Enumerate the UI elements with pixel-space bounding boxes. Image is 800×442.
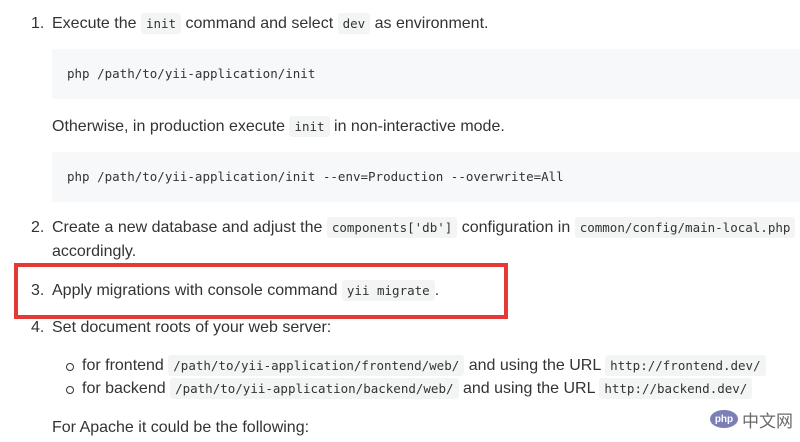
sub-item-frontend-before: for frontend [82, 357, 169, 374]
step-2-middle: configuration in [457, 219, 575, 236]
step-1-number: 1. [31, 15, 45, 32]
step-2-number: 2. [31, 219, 45, 236]
sub-item-frontend: for frontend /path/to/yii-application/fr… [82, 355, 766, 376]
php-logo-icon: php [710, 410, 738, 428]
step-2-line2: accordingly. [52, 243, 137, 260]
watermark: php 中文网 [706, 404, 798, 434]
sub-item-frontend-url: http://frontend.dev/ [605, 355, 766, 376]
step-2-code-components: components['db'] [326, 217, 458, 238]
step-1-text: Execute the init command and select dev … [52, 13, 489, 34]
otherwise-text: Otherwise, in production execute init in… [52, 116, 505, 137]
step-1-after: as environment. [370, 15, 489, 32]
sub-item-frontend-middle: and using the URL [464, 357, 606, 374]
sub-item-backend: for backend /path/to/yii-application/bac… [82, 378, 753, 399]
step-1-middle: command and select [181, 15, 338, 32]
sub-item-backend-url: http://backend.dev/ [599, 378, 753, 399]
otherwise-before: Otherwise, in production execute [52, 118, 290, 135]
step-2-before: Create a new database and adjust the [52, 219, 327, 236]
bullet-icon [66, 363, 74, 371]
highlight-box [14, 263, 508, 319]
bullet-icon [66, 386, 74, 394]
step-4-number: 4. [31, 319, 45, 336]
sub-item-backend-path: /path/to/yii-application/backend/web/ [170, 378, 459, 399]
code-block-production: php /path/to/yii-application/init --env=… [52, 152, 800, 202]
step-1-before: Execute the [52, 15, 141, 32]
code-block-init: php /path/to/yii-application/init [52, 49, 800, 99]
step-4-text: Set document roots of your web server: [52, 319, 332, 336]
step-2-code-config-path: common/config/main-local.php [574, 217, 796, 238]
step-1-code-dev: dev [337, 13, 371, 34]
sub-item-backend-before: for backend [82, 380, 171, 397]
step-2-text: Create a new database and adjust the com… [52, 217, 796, 238]
watermark-text: 中文网 [742, 411, 793, 431]
sub-item-backend-middle: and using the URL [458, 380, 600, 397]
otherwise-code-init: init [289, 116, 330, 137]
apache-note: For Apache it could be the following: [52, 419, 310, 436]
sub-item-frontend-path: /path/to/yii-application/frontend/web/ [168, 355, 465, 376]
step-1-code-init: init [140, 13, 182, 34]
otherwise-after: in non-interactive mode. [329, 118, 505, 135]
